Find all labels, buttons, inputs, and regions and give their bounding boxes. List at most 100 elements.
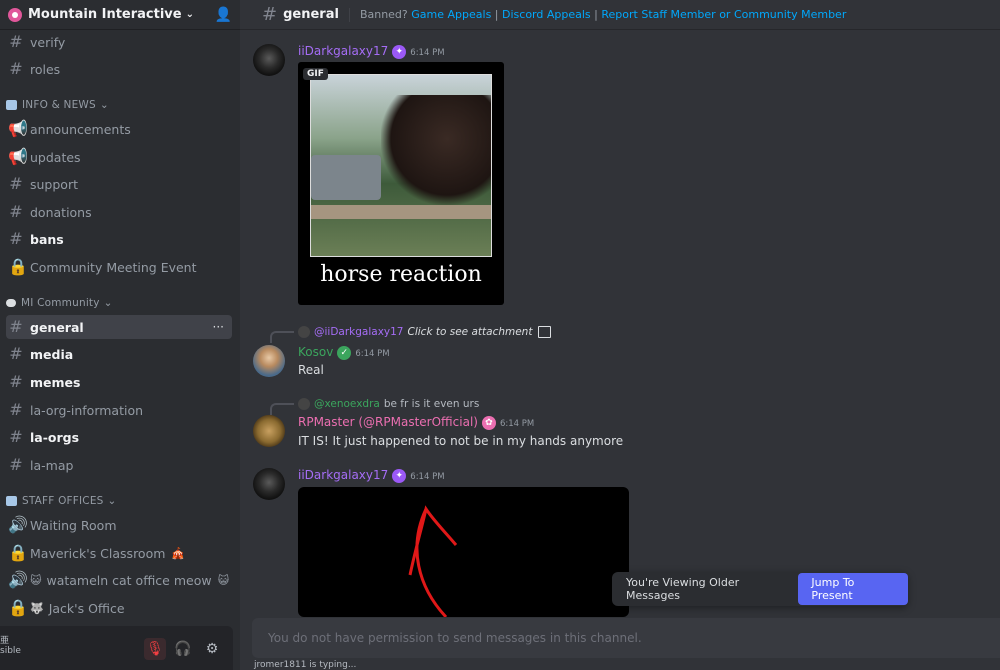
report-link[interactable]: Report Staff Member or Community Member [601, 8, 846, 21]
lock-icon: 🔒 [8, 598, 28, 617]
older-messages-text: You're Viewing Older Messages [626, 576, 740, 602]
chevron-down-icon: ⌄ [185, 9, 194, 20]
status-line: 亜 [0, 636, 10, 646]
reply-text: be fr is it even urs [383, 398, 480, 410]
horse-shape [381, 95, 491, 205]
channel-label: la-org-information [30, 402, 144, 418]
timestamp: 6:14 PM [499, 419, 535, 429]
channel-verify[interactable]: # verify [6, 30, 232, 54]
channel-label: announcements [30, 121, 131, 137]
author-name: iiDarkgalaxy17 [298, 44, 389, 58]
circus-tent-icon: 🎪 [171, 546, 186, 560]
channel-label: la-map [30, 457, 74, 473]
avatar[interactable] [253, 345, 285, 377]
game-appeals-link[interactable]: Game Appeals [411, 8, 491, 21]
channel-label: media [30, 346, 74, 362]
message-author[interactable]: RPMaster (@RPMasterOfficial) ✿ 6:14 PM [298, 415, 534, 430]
lock-icon: 🔒 [8, 257, 28, 276]
channel-jacks-office[interactable]: 🔒 🐺 Jack's Office [6, 596, 232, 620]
server-name: Mountain Interactive [28, 7, 182, 22]
server-header[interactable]: Mountain Interactive ⌄ 👤 [0, 0, 240, 30]
avatar[interactable] [253, 468, 285, 500]
avatar[interactable] [253, 415, 285, 447]
hash-icon: # [9, 400, 23, 419]
channel-sidebar: Mountain Interactive ⌄ 👤 # verify # roles … [0, 0, 240, 670]
category-mi-community[interactable]: MI Community ⌄ [6, 297, 113, 309]
channel-topic: Banned? Game Appeals | Discord Appeals |… [360, 8, 846, 21]
megaphone-icon: 📢 [8, 119, 28, 138]
message-text: IT IS! It just happened to not be in my … [298, 434, 624, 448]
hash-icon: # [262, 4, 278, 25]
category-info-news[interactable]: INFO & NEWS ⌄ [6, 99, 109, 111]
channel-label: memes [30, 374, 81, 390]
chevron-down-icon: ⌄ [103, 297, 113, 309]
wolf-icon: 🐺 [30, 601, 44, 615]
server-icon [8, 7, 22, 22]
role-icon: ✿ [481, 415, 496, 430]
hash-icon: # [9, 59, 23, 78]
channel-label: Community Meeting Event [30, 259, 197, 275]
newspaper-icon [6, 100, 17, 110]
gear-icon[interactable]: ⚙ [201, 638, 223, 660]
status-line: sible [0, 646, 21, 656]
truck-shape [311, 155, 381, 200]
user-panel: 亜 sible 🎙 🎧 ⚙ [0, 626, 233, 670]
discord-appeals-link[interactable]: Discord Appeals [502, 8, 591, 21]
checkmark-icon: ✓ [337, 345, 352, 360]
channel-general[interactable]: # general ··· [6, 315, 232, 339]
older-messages-bar: You're Viewing Older Messages Jump To Pr… [612, 572, 908, 606]
jump-to-present-button[interactable]: Jump To Present [798, 573, 908, 605]
add-member-icon[interactable]: 👤 [215, 7, 232, 23]
headphones-icon[interactable]: 🎧 [172, 638, 194, 660]
channel-waiting-room[interactable]: 🔊 Waiting Room [6, 513, 232, 537]
channel-media[interactable]: # media [6, 342, 232, 366]
avatar[interactable] [253, 44, 285, 76]
topic-separator: | [494, 8, 499, 21]
category-staff-offices[interactable]: STAFF OFFICES ⌄ [6, 495, 117, 507]
channel-mavericks-classroom[interactable]: 🔒 Maverick's Classroom 🎪 [6, 541, 232, 565]
author-name: RPMaster (@RPMasterOfficial) [298, 415, 478, 429]
reply-preview[interactable]: @iiDarkgalaxy17 Click to see attachment [298, 326, 552, 338]
channel-updates[interactable]: 📢 updates [6, 145, 232, 169]
channel-announcements[interactable]: 📢 announcements [6, 117, 232, 141]
reply-spine [270, 331, 294, 343]
message-author[interactable]: Kosov ✓ 6:14 PM [298, 345, 390, 360]
mute-microphone-icon[interactable]: 🎙 [144, 638, 166, 660]
reply-text: Click to see attachment [407, 326, 533, 338]
channel-community-meeting-event[interactable]: 🔒 Community Meeting Event [6, 255, 232, 279]
channel-watameln-cat-office[interactable]: 🔊 😺 watameln cat office meow 😺 [6, 568, 232, 592]
message-author[interactable]: iiDarkgalaxy17 ✦ 6:14 PM [298, 44, 445, 59]
reply-preview[interactable]: @xenoexdra be fr is it even urs [298, 398, 479, 410]
reply-author: @xenoexdra [314, 398, 380, 410]
video-embed[interactable] [298, 487, 629, 617]
more-options-icon[interactable]: ··· [213, 320, 224, 334]
channel-label: Waiting Room [30, 517, 117, 533]
channel-label: la-orgs [30, 429, 80, 445]
speech-bubble-icon [6, 299, 16, 307]
user-status[interactable]: 亜 sible [0, 636, 21, 656]
channel-label: updates [30, 149, 81, 165]
gif-image [310, 74, 492, 257]
channel-memes[interactable]: # memes [6, 370, 232, 394]
gif-badge: GIF [303, 68, 328, 80]
topic-separator: | [594, 8, 598, 21]
channel-donations[interactable]: # donations [6, 200, 232, 224]
cat-icon: 😺 [217, 573, 230, 587]
channel-header: # general Banned? Game Appeals | Discord… [240, 0, 1000, 30]
channel-la-orgs[interactable]: # la-orgs [6, 425, 232, 449]
image-icon [538, 326, 552, 338]
author-name: Kosov [298, 345, 334, 359]
channel-support[interactable]: # support [6, 172, 232, 196]
channel-la-map[interactable]: # la-map [6, 453, 232, 477]
category-label: MI Community [21, 297, 100, 309]
divider [348, 7, 350, 22]
channel-roles[interactable]: # roles [6, 57, 232, 81]
gif-embed[interactable]: GIF horse reaction [298, 62, 504, 305]
role-icon: ✦ [392, 468, 407, 483]
cat-icon: 😺 [30, 573, 42, 587]
composer-placeholder: You do not have permission to send messa… [268, 631, 642, 645]
channel-bans[interactable]: # bans [6, 227, 232, 251]
message-author[interactable]: iiDarkgalaxy17 ✦ 6:14 PM [298, 468, 445, 483]
channel-label: roles [30, 61, 61, 77]
channel-la-org-information[interactable]: # la-org-information [6, 398, 232, 422]
